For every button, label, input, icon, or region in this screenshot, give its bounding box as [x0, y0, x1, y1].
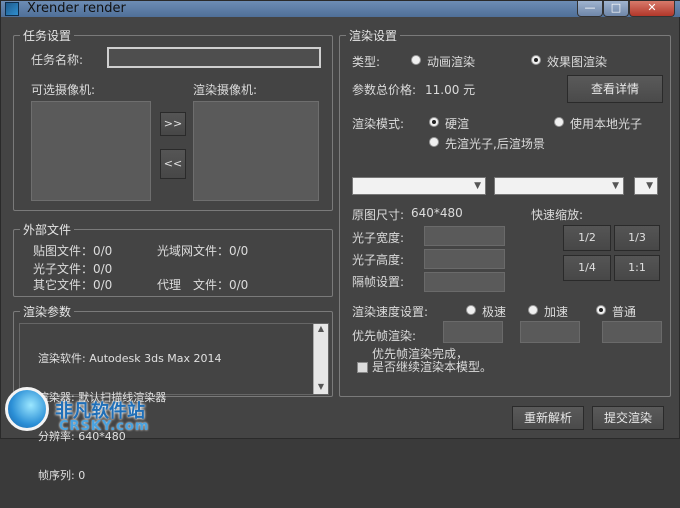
mode-photon-then-scene-label[interactable]: 先渲光子,后渲场景: [445, 135, 545, 152]
frame-interval-input[interactable]: [424, 272, 505, 292]
render-speed-label: 渲染速度设置:: [352, 305, 429, 319]
watermark-en: CRSKY.com: [59, 419, 150, 434]
remove-camera-button[interactable]: <<: [160, 149, 186, 179]
watermark-logo: 非凡软件站 CRSKY.com: [1, 381, 166, 440]
type-still-radio[interactable]: [531, 55, 541, 65]
render-cameras-list[interactable]: [193, 101, 319, 201]
zoom-half-button[interactable]: 1/2: [563, 225, 611, 251]
maximize-button[interactable]: □: [603, 1, 629, 17]
app-icon: [5, 2, 19, 16]
render-param-line: 渲染软件: Autodesk 3ds Max 2014: [38, 352, 222, 365]
zoom-quarter-button[interactable]: 1/4: [563, 255, 611, 281]
quick-zoom-label: 快速缩放:: [531, 208, 584, 222]
continue-render-text: 优先帧渲染完成， 是否继续渲染本模型。: [372, 347, 493, 374]
mode-hard-radio[interactable]: [429, 117, 439, 127]
chevron-down-icon: ▼: [474, 181, 481, 191]
task-name-label: 任务名称:: [31, 53, 84, 67]
speed-normal-radio[interactable]: [596, 305, 606, 315]
submit-render-button[interactable]: 提交渲染: [592, 406, 664, 430]
photon-files-count: 光子文件：0/0: [33, 262, 113, 276]
other-files-count: 其它文件：0/0: [33, 278, 113, 292]
speed-fast-radio[interactable]: [466, 305, 476, 315]
task-settings-label: 任务设置: [20, 27, 75, 44]
chevron-down-icon: ▼: [646, 181, 653, 191]
render-settings-label: 渲染设置: [346, 27, 401, 44]
frame-interval-label: 隔帧设置:: [352, 275, 405, 289]
photon-height-label: 光子高度:: [352, 253, 405, 267]
reparse-button[interactable]: 重新解析: [512, 406, 584, 430]
mode-local-photon-radio[interactable]: [554, 117, 564, 127]
scroll-up-icon[interactable]: ▲: [314, 324, 328, 336]
external-files-label: 外部文件: [20, 221, 75, 238]
chevron-down-icon: ▼: [612, 181, 619, 191]
original-size-label: 原图尺寸:: [352, 208, 405, 222]
speed-accel-label[interactable]: 加速: [544, 303, 568, 320]
setting-dropdown-1[interactable]: ▼: [352, 177, 486, 195]
photon-width-input[interactable]: [424, 226, 505, 246]
speed-normal-label[interactable]: 普通: [612, 303, 636, 320]
price-value: 11.00 元: [425, 83, 476, 97]
mode-local-photon-label[interactable]: 使用本地光子: [570, 115, 642, 132]
scroll-down-icon[interactable]: ▼: [314, 382, 328, 394]
continue-render-checkbox[interactable]: [357, 362, 368, 373]
setting-dropdown-3[interactable]: ▼: [634, 177, 658, 195]
task-name-input[interactable]: [107, 47, 321, 68]
price-label: 参数总价格:: [352, 83, 417, 97]
setting-dropdown-2[interactable]: ▼: [494, 177, 624, 195]
zoom-third-button[interactable]: 1/3: [614, 225, 660, 251]
main-window: Xrender render — □ ✕ 任务设置 任务名称: 可选摄像机: 渲…: [0, 0, 680, 482]
minimize-button[interactable]: —: [577, 1, 603, 17]
render-mode-label: 渲染模式:: [352, 117, 405, 131]
type-still-label[interactable]: 效果图渲染: [547, 53, 607, 70]
add-camera-button[interactable]: >>: [160, 112, 186, 136]
proxy-files-count: 代理 文件：0/0: [157, 278, 249, 292]
close-button[interactable]: ✕: [629, 1, 675, 17]
original-size-value: 640*480: [411, 206, 463, 220]
mode-photon-then-scene-radio[interactable]: [429, 137, 439, 147]
priority-frame-input-1[interactable]: [443, 321, 503, 343]
title-bar[interactable]: Xrender render — □ ✕: [1, 1, 680, 17]
available-cameras-list[interactable]: [31, 101, 151, 201]
logo-mark-icon: [5, 387, 49, 431]
render-params-scrollbar[interactable]: ▲ ▼: [313, 324, 328, 394]
available-cameras-label: 可选摄像机:: [31, 83, 96, 97]
priority-frame-input-2[interactable]: [520, 321, 580, 343]
view-details-button[interactable]: 查看详情: [567, 75, 663, 103]
priority-frame-label: 优先帧渲染:: [352, 329, 417, 343]
map-files-count: 贴图文件：0/0: [33, 244, 113, 258]
speed-accel-radio[interactable]: [528, 305, 538, 315]
speed-fast-label[interactable]: 极速: [482, 303, 506, 320]
photon-height-input[interactable]: [424, 249, 505, 269]
render-params-label: 渲染参数: [20, 303, 75, 320]
type-animation-radio[interactable]: [411, 55, 421, 65]
photon-width-label: 光子宽度:: [352, 231, 405, 245]
type-label: 类型:: [352, 55, 381, 69]
zoom-original-button[interactable]: 1:1: [614, 255, 660, 281]
render-param-line: 帧序列: 0: [38, 469, 86, 482]
ies-files-count: 光域网文件：0/0: [157, 244, 249, 258]
window-title: Xrender render: [27, 1, 126, 16]
priority-frame-input-3[interactable]: [602, 321, 662, 343]
mode-hard-label[interactable]: 硬渲: [445, 115, 469, 132]
render-cameras-label: 渲染摄像机:: [193, 83, 258, 97]
type-animation-label[interactable]: 动画渲染: [427, 53, 475, 70]
